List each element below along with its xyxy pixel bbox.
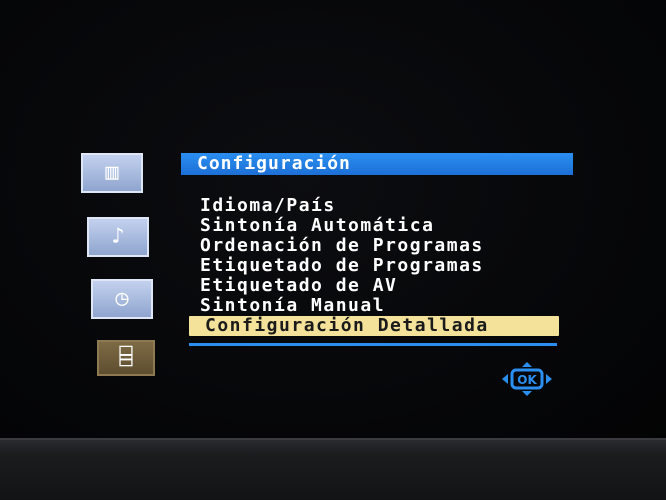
- menu-item-av-labeling[interactable]: Etiquetado de AV: [189, 276, 559, 296]
- setup-menu: Idioma/País Sintonía Automática Ordenaci…: [189, 196, 559, 336]
- menu-item-program-labeling[interactable]: Etiquetado de Programas: [189, 256, 559, 276]
- sidebar-item-timer[interactable]: ◷: [91, 279, 153, 319]
- toolbox-icon: ⌸: [119, 345, 133, 370]
- arrow-up-icon: [522, 362, 532, 367]
- menu-item-program-sorting[interactable]: Ordenación de Programas: [189, 236, 559, 256]
- sidebar-item-picture[interactable]: ▥: [81, 153, 143, 193]
- menu-item-language-country[interactable]: Idioma/País: [189, 196, 559, 216]
- arrow-left-icon: [502, 374, 508, 384]
- music-note-icon: ♪: [111, 224, 125, 249]
- menu-title: Configuración: [181, 153, 573, 175]
- sidebar-item-sound[interactable]: ♪: [87, 217, 149, 257]
- ok-label: OK: [517, 373, 537, 387]
- menu-item-manual-tuning[interactable]: Sintonía Manual: [189, 296, 559, 316]
- arrow-down-icon: [522, 391, 532, 396]
- dpad-ok-icon: OK: [502, 362, 552, 396]
- arrow-right-icon: [546, 374, 552, 384]
- menu-item-detailed-setup[interactable]: Configuración Detallada: [189, 316, 559, 336]
- tv-bezel: [0, 440, 666, 500]
- picture-icon: ▥: [105, 160, 119, 185]
- menu-divider: [189, 343, 557, 346]
- menu-item-auto-tuning[interactable]: Sintonía Automática: [189, 216, 559, 236]
- sidebar-item-setup[interactable]: ⌸: [97, 340, 155, 376]
- clock-icon: ◷: [115, 286, 129, 311]
